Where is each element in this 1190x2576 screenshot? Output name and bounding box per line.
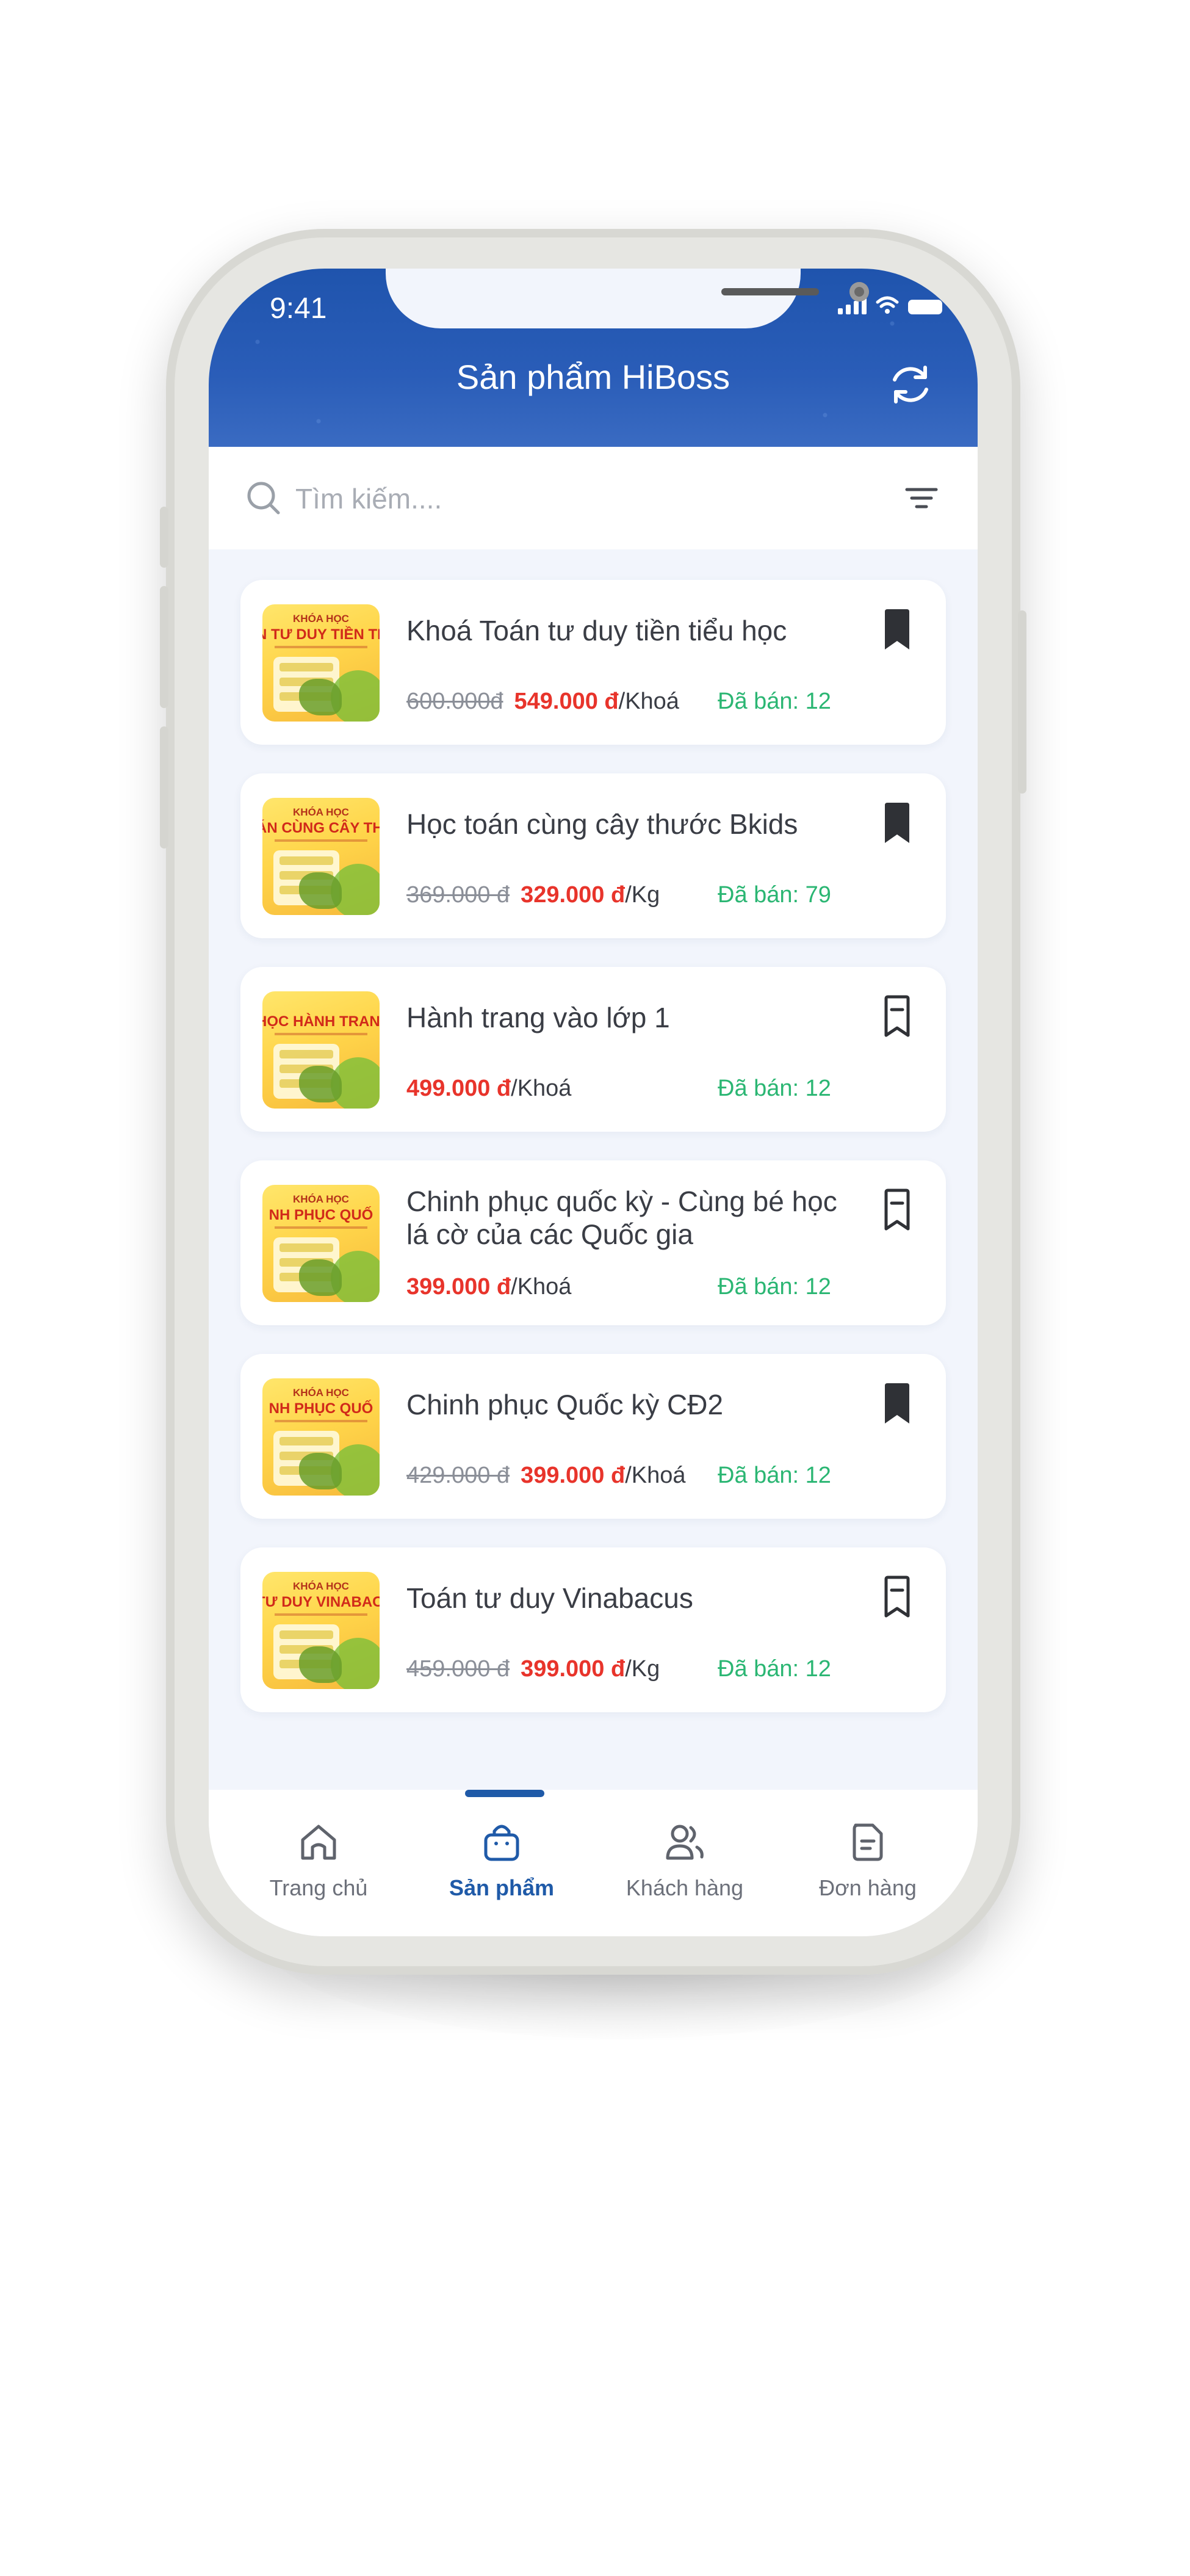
- tab-products-label: Sản phẩm: [449, 1875, 555, 1900]
- thumbnail-caption: KHÓA HỌC: [293, 806, 349, 818]
- product-card[interactable]: KHÓA HỌC TƯ DUY VINABACUS Toán tư duy Vina…: [240, 1547, 946, 1712]
- sold-count: Đã bán: 12: [718, 1656, 831, 1682]
- product-name: Chinh phục quốc kỳ - Cùng bé học lá cờ c…: [406, 1185, 837, 1250]
- old-price: 459.000 đ: [406, 1656, 510, 1682]
- search-input[interactable]: [294, 472, 846, 525]
- product-name: Khoá Toán tư duy tiền tiểu học: [406, 615, 787, 646]
- product-name: Toán tư duy Vinabacus: [406, 1582, 693, 1614]
- product-card[interactable]: KHÓA HỌC ÁN CÙNG CÂY THƯỚ Học toán cùng câ…: [240, 773, 946, 938]
- sold-count: Đã bán: 12: [718, 1076, 831, 1101]
- current-price: 549.000 đ: [514, 689, 619, 714]
- old-price: 600.000đ: [406, 689, 503, 714]
- wifi-icon: [876, 296, 899, 314]
- price-row: 499.000 đ/Khoá: [406, 1076, 571, 1102]
- search-icon: [247, 482, 280, 515]
- product-card[interactable]: KHÓA HỌC NH PHỤC QUỐ Chinh phục Quốc kỳ CĐ…: [240, 1354, 946, 1519]
- old-price: 369.000 đ: [406, 882, 510, 908]
- price-row: 369.000 đ 329.000 đ/Kg: [406, 882, 660, 908]
- current-price: 399.000 đ: [406, 1274, 511, 1300]
- current-price: 399.000 đ: [521, 1656, 626, 1682]
- thumbnail-caption: KHÓA HỌC: [293, 1193, 349, 1205]
- price-unit: /Kg: [625, 1656, 660, 1682]
- bookmark-filled-icon[interactable]: [880, 801, 914, 845]
- tab-orders[interactable]: Đơn hàng: [776, 1818, 959, 1901]
- thumbnail-title: HỌC HÀNH TRANG VÀO: [262, 1013, 380, 1030]
- sold-count: Đã bán: 12: [718, 1274, 831, 1300]
- home-icon: [301, 1825, 336, 1860]
- current-price: 499.000 đ: [406, 1076, 511, 1101]
- refresh-icon[interactable]: [885, 359, 936, 410]
- page-title: Sản phẩm HiBoss: [456, 358, 730, 396]
- price-row: 600.000đ 549.000 đ/Khoá: [406, 689, 679, 715]
- active-tab-indicator: [465, 1790, 544, 1797]
- volume-up-button: [160, 586, 168, 708]
- tab-products[interactable]: Sản phẩm: [410, 1818, 593, 1901]
- product-thumbnail: HỌC HÀNH TRANG VÀO: [262, 991, 380, 1109]
- tab-orders-label: Đơn hàng: [819, 1875, 917, 1900]
- thumbnail-title: NH PHỤC QUỐ: [269, 1400, 373, 1417]
- mute-switch: [160, 507, 168, 568]
- thumbnail-caption: KHÓA HỌC: [293, 1580, 349, 1592]
- tab-home-label: Trang chủ: [269, 1875, 368, 1900]
- product-card[interactable]: HỌC HÀNH TRANG VÀO Hành trang vào lớp 1 49…: [240, 967, 946, 1132]
- product-thumbnail: KHÓA HỌC N TƯ DUY TIỀN TIỂU: [262, 604, 380, 722]
- bookmark-filled-icon[interactable]: [880, 1382, 914, 1426]
- document-icon: [853, 1823, 883, 1861]
- thumbnail-title: NH PHỤC QUỐ: [269, 1207, 373, 1223]
- shopping-bag-icon: [484, 1825, 519, 1861]
- bottom-tab-bar: Trang chủ Sản phẩm Khách hàng Đơn hàng: [209, 1790, 978, 1936]
- search-bar: [209, 447, 978, 549]
- thumbnail-caption: KHÓA HỌC: [293, 1387, 349, 1398]
- product-thumbnail: KHÓA HỌC NH PHỤC QUỐ: [262, 1185, 380, 1302]
- current-price: 329.000 đ: [521, 882, 626, 908]
- sold-count: Đã bán: 12: [718, 1463, 831, 1488]
- price-unit: /Kg: [625, 882, 660, 908]
- thumbnail-title: TƯ DUY VINABACUS: [262, 1594, 380, 1610]
- users-icon: [666, 1825, 704, 1860]
- phone-notch: [386, 269, 869, 328]
- tab-home[interactable]: Trang chủ: [227, 1818, 410, 1901]
- bookmark-filled-icon[interactable]: [880, 608, 914, 652]
- power-button: [1018, 610, 1026, 794]
- product-card[interactable]: KHÓA HỌC N TƯ DUY TIỀN TIỂU Khoá Toán tư d…: [240, 580, 946, 745]
- volume-down-button: [160, 726, 168, 848]
- price-unit: /Khoá: [618, 689, 679, 714]
- thumbnail-title: N TƯ DUY TIỀN TIỂU: [262, 626, 380, 643]
- price-row: 399.000 đ/Khoá: [406, 1274, 571, 1300]
- app-screen: 9:41 Sản phẩm HiBoss Tìm kiếm.... KHÓA H…: [209, 269, 978, 1936]
- tab-customers[interactable]: Khách hàng: [593, 1818, 776, 1901]
- old-price: 429.000 đ: [406, 1463, 510, 1488]
- product-name: Chinh phục Quốc kỳ CĐ2: [406, 1389, 724, 1420]
- sold-count: Đã bán: 12: [718, 689, 831, 714]
- price-row: 429.000 đ 399.000 đ/Khoá: [406, 1463, 686, 1489]
- bookmark-outline-icon[interactable]: [880, 995, 914, 1039]
- product-card[interactable]: KHÓA HỌC NH PHỤC QUỐ Chinh phục quốc kỳ - …: [240, 1160, 946, 1325]
- price-row: 459.000 đ 399.000 đ/Kg: [406, 1656, 660, 1682]
- product-thumbnail: KHÓA HỌC ÁN CÙNG CÂY THƯỚ: [262, 798, 380, 915]
- bookmark-outline-icon[interactable]: [880, 1189, 914, 1232]
- product-thumbnail: KHÓA HỌC NH PHỤC QUỐ: [262, 1378, 380, 1496]
- product-name: Hành trang vào lớp 1: [406, 1002, 670, 1033]
- current-price: 399.000 đ: [521, 1463, 626, 1488]
- product-name: Học toán cùng cây thước Bkids: [406, 808, 798, 840]
- price-unit: /Khoá: [625, 1463, 686, 1488]
- tab-customers-label: Khách hàng: [626, 1875, 744, 1900]
- battery-icon: [908, 300, 942, 314]
- price-unit: /Khoá: [511, 1274, 572, 1300]
- filter-icon[interactable]: [904, 483, 939, 513]
- bookmark-outline-icon[interactable]: [880, 1576, 914, 1619]
- price-unit: /Khoá: [511, 1076, 572, 1101]
- product-thumbnail: KHÓA HỌC TƯ DUY VINABACUS: [262, 1572, 380, 1689]
- thumbnail-title: ÁN CÙNG CÂY THƯỚ: [262, 820, 380, 836]
- status-time: 9:41: [270, 292, 327, 325]
- sold-count: Đã bán: 79: [718, 882, 831, 908]
- thumbnail-caption: KHÓA HỌC: [293, 613, 349, 624]
